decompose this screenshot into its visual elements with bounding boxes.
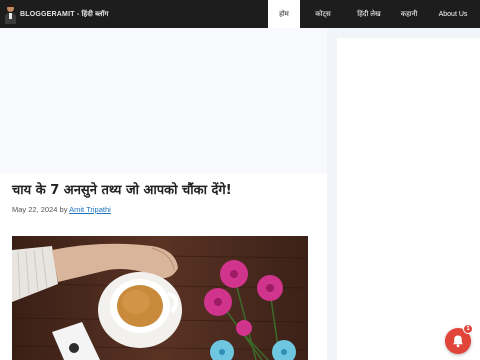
nav-item-stories[interactable]: कहानी xyxy=(392,0,426,28)
nav-item-home[interactable]: होम xyxy=(268,0,300,28)
post-date: May 22, 2024 xyxy=(12,205,58,214)
main-nav: होम कोट्स हिंदी लेख कहानी About Us xyxy=(268,0,480,28)
author-avatar-icon xyxy=(4,4,16,24)
site-logo[interactable]: BLOGGERAMIT - हिंदी ब्लॉग xyxy=(4,4,109,24)
nav-item-quotes[interactable]: कोट्स xyxy=(300,0,346,28)
nav-item-hindi-articles[interactable]: हिंदी लेख xyxy=(346,0,392,28)
bell-icon xyxy=(453,335,463,348)
site-header: BLOGGERAMIT - हिंदी ब्लॉग होम कोट्स हिंद… xyxy=(0,0,480,28)
ad-space xyxy=(0,28,327,173)
nav-item-about-us[interactable]: About Us xyxy=(426,0,480,28)
featured-image[interactable] xyxy=(12,236,308,360)
post-title: चाय के 7 अनसुने तथ्य जो आपको चौंका देंगे… xyxy=(12,183,232,198)
sidebar xyxy=(337,38,480,360)
site-logo-text: BLOGGERAMIT - हिंदी ब्लॉग xyxy=(20,10,109,18)
notification-badge: 1 xyxy=(463,324,473,334)
post-meta: May 22, 2024 by Amit Tripathi xyxy=(12,205,111,214)
tea-table-illustration xyxy=(12,236,308,360)
post-by: by xyxy=(59,205,68,214)
author-link[interactable]: Amit Tripathi xyxy=(69,205,111,214)
